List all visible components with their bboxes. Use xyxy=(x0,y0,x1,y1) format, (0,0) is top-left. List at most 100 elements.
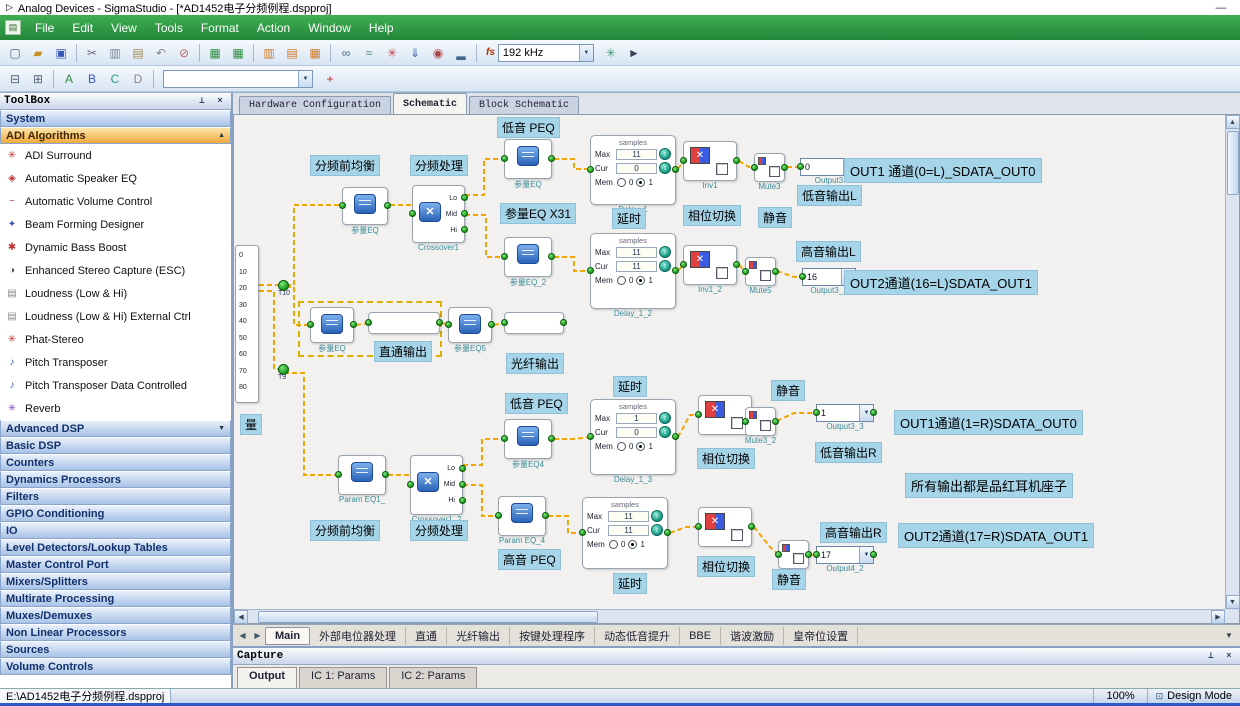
close-icon[interactable]: × xyxy=(1222,651,1236,661)
scroll-chevron-icon[interactable]: ▲ xyxy=(218,132,225,139)
delay-block[interactable]: samplesMax11↕Cur11↕Mem01Delay_1_2 xyxy=(590,233,676,309)
toolbox-category-level-detectors-lookup-tables[interactable]: Level Detectors/Lookup Tables xyxy=(0,539,231,556)
sample-rate-select[interactable]: 192 kHz ▼ xyxy=(498,44,594,62)
settings-icon[interactable]: ✳ xyxy=(600,43,622,63)
toolbox-category-multirate-processing[interactable]: Multirate Processing xyxy=(0,590,231,607)
output-select-block[interactable]: 17▼Output4_2 xyxy=(816,546,874,564)
tab-schematic[interactable]: Schematic xyxy=(393,93,467,114)
pin-icon[interactable]: ⊥ xyxy=(195,96,209,106)
toolbox-item-automatic-volume-control[interactable]: ~Automatic Volume Control xyxy=(0,190,231,213)
dock-icon[interactable]: ⊟ xyxy=(4,69,26,89)
mute-block[interactable] xyxy=(778,540,809,569)
menu-item-file[interactable]: File xyxy=(26,17,63,39)
pointer-icon[interactable]: ► xyxy=(623,43,645,63)
spinner-icon[interactable]: ↕ xyxy=(659,148,671,160)
delay-block[interactable]: samplesMax11↕Cur0↕Mem01Delay_1 xyxy=(590,135,676,205)
spinner-icon[interactable]: ↕ xyxy=(659,162,671,174)
phase-invert-block[interactable]: ✕ xyxy=(698,395,752,435)
mute-toggle[interactable] xyxy=(793,553,804,564)
toolbox-item-enhanced-stereo-capture-esc[interactable]: ◑Enhanced Stereo Capture (ESC) xyxy=(0,259,231,282)
toolbox-category-adi-algorithms[interactable]: ADI Algorithms▲ xyxy=(0,127,231,144)
hscroll-thumb[interactable] xyxy=(258,611,598,623)
toolbox-category-muxes-demuxes[interactable]: Muxes/Demuxes xyxy=(0,607,231,624)
mute-block[interactable]: Mute3_2 xyxy=(745,407,776,436)
toolbox-item-reverb[interactable]: ✳Reverb xyxy=(0,397,231,420)
toolbox-category-volume-controls[interactable]: Volume Controls xyxy=(0,658,231,675)
compile-icon[interactable]: ✳ xyxy=(381,43,403,63)
toolbox-item-phat-stereo[interactable]: ✳Phat-Stereo xyxy=(0,328,231,351)
channel-a-icon[interactable]: A xyxy=(58,69,80,89)
tab-overflow-icon[interactable]: ▼ xyxy=(1220,631,1238,640)
save-icon[interactable]: ▣ xyxy=(50,43,72,63)
channel-d-icon[interactable]: D xyxy=(127,69,149,89)
dropdown-arrow-icon[interactable]: ▼ xyxy=(298,71,312,87)
menu-item-window[interactable]: Window xyxy=(299,17,360,39)
mem-radio-0[interactable] xyxy=(609,540,618,549)
mem-radio-1[interactable] xyxy=(636,442,645,451)
invert-toggle[interactable] xyxy=(716,267,728,279)
meter-icon[interactable]: ▂ xyxy=(450,43,472,63)
capture-tab-ic-1-params[interactable]: IC 1: Params xyxy=(299,667,387,688)
spinner-icon[interactable]: ↕ xyxy=(659,426,671,438)
toolbox-category-filters[interactable]: Filters xyxy=(0,488,231,505)
delay-block[interactable]: samplesMax1↕Cur0↕Mem01Delay_1_3 xyxy=(590,399,676,475)
phase-invert-block[interactable]: ✕ xyxy=(698,507,752,547)
scroll-right-icon[interactable]: ▶ xyxy=(1211,610,1225,624)
new-file-icon[interactable]: ▢ xyxy=(4,43,26,63)
board-view-icon[interactable]: ▦ xyxy=(227,43,249,63)
mem-radio-0[interactable] xyxy=(617,442,626,451)
toolbox-category-basic-dsp[interactable]: Basic DSP xyxy=(0,437,231,454)
probe-icon[interactable]: ◉ xyxy=(427,43,449,63)
phase-invert-block[interactable]: ✕Inv1_2 xyxy=(683,245,737,285)
menu-item-action[interactable]: Action xyxy=(248,17,299,39)
preset-combobox[interactable]: ▼ xyxy=(163,70,313,88)
mem-radio-1[interactable] xyxy=(636,178,645,187)
output-select-block[interactable]: 1▼Output3_3 xyxy=(816,404,874,422)
close-icon[interactable]: × xyxy=(213,96,227,106)
toolbox-item-loudness-low-hi-external-ctrl[interactable]: ▤Loudness (Low & Hi) External Ctrl xyxy=(0,305,231,328)
toolbox-item-adi-surround[interactable]: ✳ADI Surround xyxy=(0,144,231,167)
scroll-left-icon[interactable]: ◀ xyxy=(234,610,248,624)
eq-block[interactable]: Param EQ1_ xyxy=(338,455,386,495)
toolbox-item-automatic-speaker-eq[interactable]: ◈Automatic Speaker EQ xyxy=(0,167,231,190)
toolbox-category-io[interactable]: IO xyxy=(0,522,231,539)
wire-node-t9[interactable]: T9 xyxy=(278,364,289,375)
mute-toggle[interactable] xyxy=(760,420,771,431)
page-tab-动态低音提升[interactable]: 动态低音提升 xyxy=(595,627,680,645)
toolbox-item-pitch-transposer-data-controlled[interactable]: ♪Pitch Transposer Data Controlled xyxy=(0,374,231,397)
mute-toggle[interactable] xyxy=(769,166,780,177)
vscale-icon[interactable]: ▤ xyxy=(281,43,303,63)
link-icon[interactable]: ∞ xyxy=(335,43,357,63)
menu-item-help[interactable]: Help xyxy=(360,17,403,39)
tab-scroll-left-icon[interactable]: ◀ xyxy=(235,628,250,644)
scroll-chevron-icon[interactable]: ▼ xyxy=(218,425,225,432)
copy-icon[interactable]: ▥ xyxy=(104,43,126,63)
toolbox-category-system[interactable]: System xyxy=(0,110,231,127)
passthrough-block[interactable] xyxy=(368,312,440,334)
crossover-block[interactable]: ✕LoMidHiCrossover1_2 xyxy=(410,455,463,515)
spinner-icon[interactable]: ↕ xyxy=(651,510,663,522)
page-tab-谐波激励[interactable]: 谐波激励 xyxy=(721,627,784,645)
add-icon[interactable]: + xyxy=(319,69,341,89)
mem-radio-1[interactable] xyxy=(628,540,637,549)
crossover-block[interactable]: ✕LoMidHiCrossover1 xyxy=(412,185,465,243)
passthrough-block[interactable] xyxy=(504,312,564,334)
toolbox-category-sources[interactable]: Sources xyxy=(0,641,231,658)
schematic-view-icon[interactable]: ▦ xyxy=(204,43,226,63)
eq-block[interactable]: 参量EQ5 xyxy=(448,307,492,343)
page-tab-皇帝位设置[interactable]: 皇帝位设置 xyxy=(784,627,858,645)
page-tab-直通[interactable]: 直通 xyxy=(406,627,447,645)
toolbox-category-mixers-splitters[interactable]: Mixers/Splitters xyxy=(0,573,231,590)
tab-hardware-configuration[interactable]: Hardware Configuration xyxy=(239,96,391,114)
wire-node-t10[interactable]: T10 xyxy=(278,280,289,291)
link-compile-icon[interactable]: ≈ xyxy=(358,43,380,63)
toolbox-item-pitch-transposer[interactable]: ♪Pitch Transposer xyxy=(0,351,231,374)
dropdown-arrow-icon[interactable]: ▼ xyxy=(579,45,593,61)
eq-block[interactable]: Param EQ_4 xyxy=(498,496,546,536)
invert-toggle[interactable] xyxy=(716,163,728,175)
mute-toggle[interactable] xyxy=(760,270,771,281)
minimize-button[interactable]: — xyxy=(1208,2,1234,14)
scroll-down-icon[interactable]: ▼ xyxy=(1226,595,1240,609)
tab-scroll-right-icon[interactable]: ▶ xyxy=(250,628,265,644)
toolbox-item-dynamic-bass-boost[interactable]: ✱Dynamic Bass Boost xyxy=(0,236,231,259)
